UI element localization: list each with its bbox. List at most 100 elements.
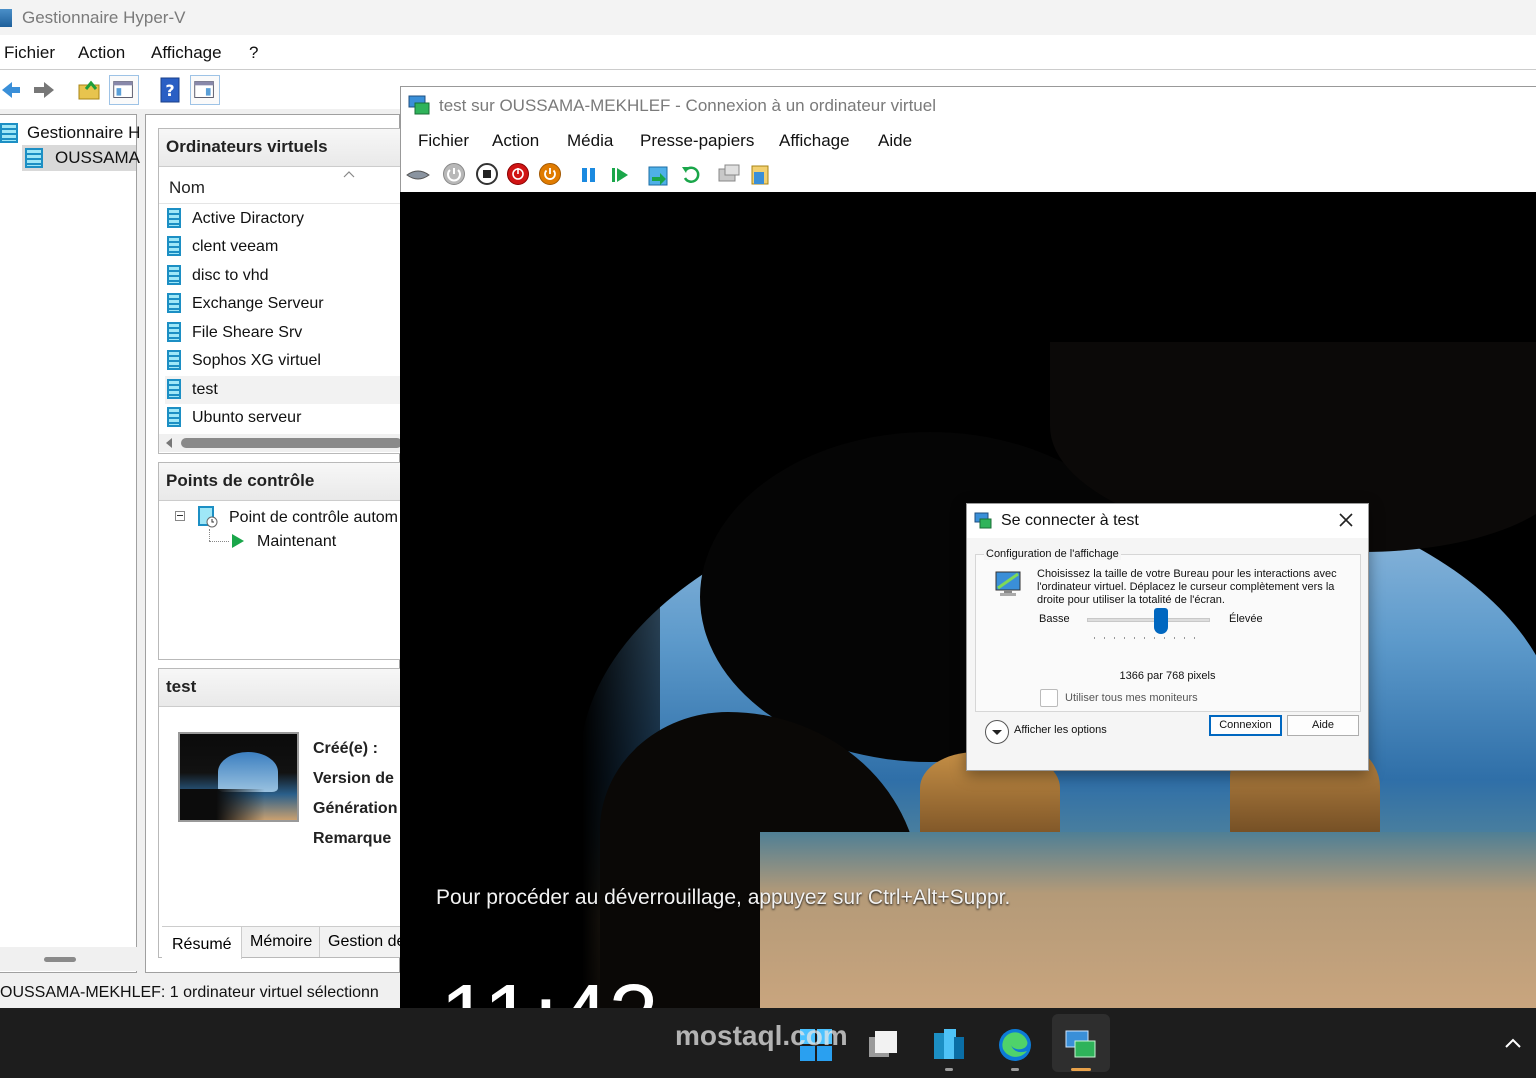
- close-icon[interactable]: [1338, 512, 1354, 528]
- lock-screen-clock: 11:42: [440, 972, 659, 1008]
- vm-menu-presse-papiers[interactable]: Presse-papiers: [640, 131, 754, 151]
- stop-icon: [483, 170, 491, 178]
- shutdown-orange-icon: [544, 168, 556, 180]
- vm-row[interactable]: Exchange Serveur: [165, 290, 402, 318]
- checkpoint-item[interactable]: Point de contrôle autom: [229, 509, 398, 527]
- hyperv-app-icon: [0, 9, 12, 27]
- hyperv-manager-taskbar-icon[interactable]: [931, 1027, 967, 1063]
- vm-row[interactable]: clent veeam: [165, 233, 402, 261]
- menu-action[interactable]: Action: [78, 43, 125, 63]
- vm-thumbnail: [178, 732, 299, 822]
- shut-down-button[interactable]: [507, 163, 529, 185]
- server-icon: [25, 148, 43, 168]
- connect-button[interactable]: Connexion: [1209, 715, 1282, 736]
- task-view-icon[interactable]: [865, 1027, 901, 1063]
- tab-gestion[interactable]: Gestion de: [320, 927, 402, 957]
- vmconnect-taskbar-icon[interactable]: [1063, 1027, 1099, 1063]
- enhanced-session-icon[interactable]: [717, 163, 741, 187]
- vm-menu-fichier[interactable]: Fichier: [418, 131, 469, 151]
- details-tab-strip: Résumé Mémoire Gestion de: [162, 926, 402, 959]
- tab-resume[interactable]: Résumé: [162, 927, 242, 959]
- show-hide-console-tree-button[interactable]: [109, 75, 139, 105]
- vm-menu-media[interactable]: Média: [567, 131, 613, 151]
- chevron-down-icon: [992, 730, 1002, 735]
- save-state-button[interactable]: [539, 163, 561, 185]
- vm-row[interactable]: Active Diractory: [165, 205, 402, 233]
- show-hide-action-pane-button[interactable]: [190, 75, 220, 105]
- console-tree: Gestionnaire H OUSSAMA: [0, 114, 140, 973]
- vm-row[interactable]: disc to vhd: [165, 262, 402, 290]
- all-monitors-checkbox[interactable]: [1040, 689, 1058, 707]
- tree-horizontal-scrollbar[interactable]: [0, 947, 137, 971]
- tree-scroll-thumb[interactable]: [44, 957, 76, 962]
- vm-icon: [167, 350, 181, 370]
- checkpoint-now[interactable]: Maintenant: [257, 533, 336, 551]
- status-bar: OUSSAMA-MEKHLEF: 1 ordinateur virtuel sé…: [0, 984, 379, 1001]
- vmconnect-title: test sur OUSSAMA-MEKHLEF - Connexion à u…: [439, 96, 936, 115]
- forward-arrow-icon[interactable]: [28, 75, 58, 105]
- active-indicator: [1071, 1068, 1091, 1071]
- share-icon[interactable]: [748, 162, 772, 188]
- turn-off-button[interactable]: [476, 163, 498, 185]
- center-pane: Ordinateurs virtuels Nom Active Diractor…: [145, 114, 402, 973]
- resume-play-icon[interactable]: [610, 165, 630, 185]
- collapse-toggle[interactable]: [175, 511, 185, 521]
- chevron-up-icon[interactable]: [1503, 1036, 1523, 1050]
- vm-menu-affichage[interactable]: Affichage: [779, 131, 850, 151]
- menu-affichage[interactable]: Affichage: [151, 43, 222, 63]
- help-icon[interactable]: ?: [155, 75, 185, 105]
- vm-icon: [167, 236, 181, 256]
- up-folder-icon[interactable]: [74, 75, 104, 105]
- hyperv-manager-icon: [0, 123, 18, 143]
- back-arrow-icon[interactable]: [0, 75, 30, 105]
- edge-browser-icon[interactable]: [997, 1027, 1033, 1063]
- vm-row[interactable]: File Sheare Srv: [165, 319, 402, 347]
- vm-icon: [167, 265, 181, 285]
- vm-icon: [167, 407, 181, 427]
- virtual-machines-title: Ordinateurs virtuels: [159, 129, 400, 167]
- tree-item-server[interactable]: OUSSAMA: [22, 145, 140, 171]
- menu-fichier[interactable]: Fichier: [4, 43, 55, 63]
- dialog-title: Se connecter à test: [1001, 512, 1139, 529]
- checkpoint-icon: [198, 506, 218, 528]
- scroll-left-icon[interactable]: [165, 438, 173, 448]
- vm-menu-aide[interactable]: Aide: [878, 131, 912, 151]
- watermark: mostaql.com: [675, 1020, 848, 1051]
- vm-icon: [167, 322, 181, 342]
- resolution-slider-track[interactable]: [1087, 618, 1210, 622]
- pause-icon[interactable]: [579, 165, 599, 185]
- shutdown-red-icon: [512, 168, 524, 180]
- resolution-readout: 1366 par 768 pixels: [1119, 670, 1216, 682]
- vm-row[interactable]: Sophos XG virtuel: [165, 347, 402, 375]
- ctrl-alt-del-icon[interactable]: [405, 165, 431, 185]
- vmconnect-menu-bar: Fichier Action Média Presse-papiers Affi…: [400, 125, 1536, 157]
- menu-help[interactable]: ?: [249, 43, 258, 63]
- vm-icon: [167, 293, 181, 313]
- resolution-slider-thumb[interactable]: [1153, 608, 1168, 634]
- vm-row[interactable]: Ubunto serveur: [165, 404, 402, 432]
- manager-title: Gestionnaire Hyper-V: [22, 8, 186, 27]
- dialog-title-bar: Se connecter à test: [967, 504, 1368, 538]
- checkpoint-toolbar-icon[interactable]: [646, 162, 672, 188]
- vm-menu-action[interactable]: Action: [492, 131, 539, 151]
- sort-ascending-icon: [343, 171, 355, 178]
- svg-text:?: ?: [165, 81, 174, 100]
- revert-icon[interactable]: [680, 164, 702, 186]
- start-button-disabled[interactable]: [443, 163, 465, 185]
- show-options-label[interactable]: Afficher les options: [1014, 724, 1107, 736]
- vm-row-selected[interactable]: test: [165, 376, 402, 404]
- slider-ticks: [1094, 637, 1204, 639]
- monitor-icon: [995, 571, 1021, 596]
- power-icon: [447, 168, 461, 182]
- running-indicator: [1011, 1068, 1019, 1071]
- show-options-toggle[interactable]: [985, 720, 1009, 744]
- slider-high-label: Élevée: [1229, 613, 1263, 625]
- vm-icon: [167, 208, 181, 228]
- tab-memoire[interactable]: Mémoire: [242, 927, 320, 957]
- vm-list-horizontal-scrollbar[interactable]: [159, 434, 402, 452]
- vmconnect-toolbar: [400, 157, 1536, 192]
- help-button[interactable]: Aide: [1287, 715, 1359, 736]
- vm-list-scroll-thumb[interactable]: [181, 438, 402, 448]
- vm-column-header-name[interactable]: Nom: [159, 168, 402, 204]
- lock-screen-message: Pour procéder au déverrouillage, appuyez…: [436, 886, 1011, 909]
